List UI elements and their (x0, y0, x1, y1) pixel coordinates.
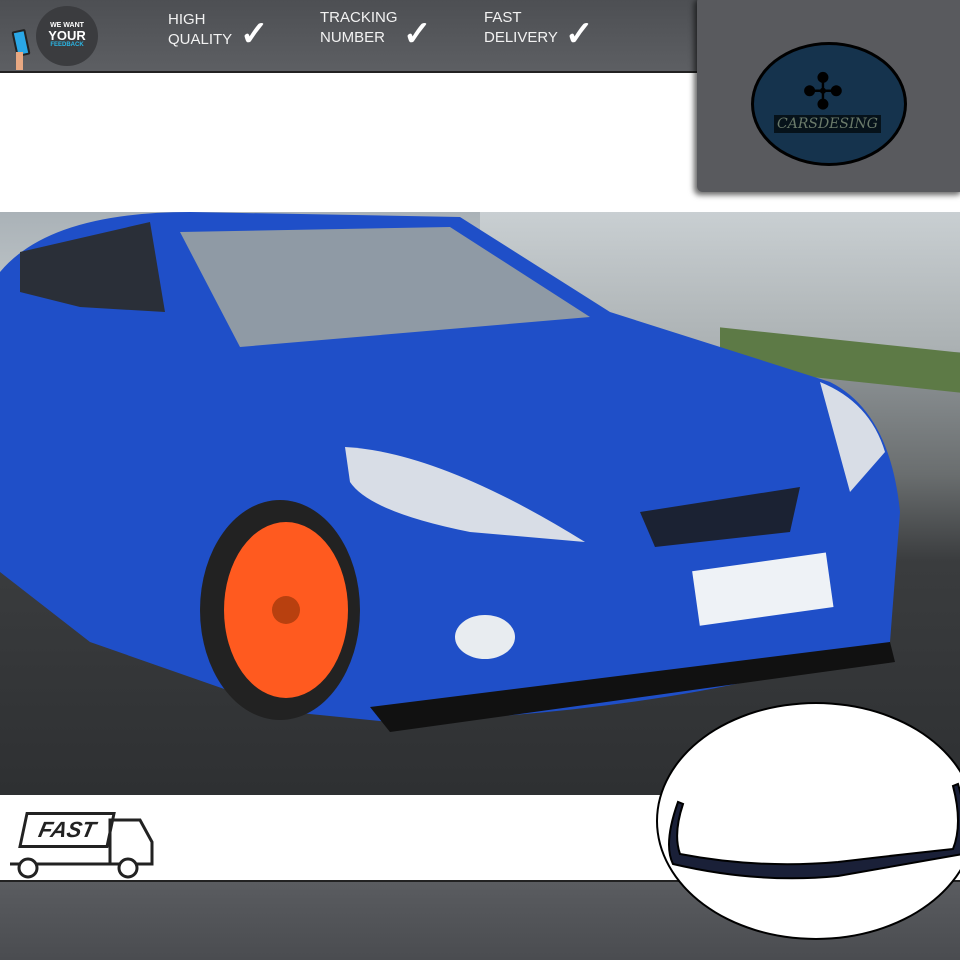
feedback-badge: WE WANT YOUR FEEDBACK (36, 6, 98, 66)
feature-line2: QUALITY (168, 31, 233, 48)
hand-icon (16, 52, 23, 70)
feature-line1: FAST (484, 9, 522, 26)
brand-panel: ✣ CARSDESING (697, 0, 960, 192)
feedback-line2: YOUR (48, 28, 86, 43)
truck-icon (10, 818, 154, 879)
check-icon: ✓ (565, 15, 594, 53)
brand-logo: ✣ CARSDESING (751, 42, 907, 166)
check-icon: ✓ (240, 15, 269, 53)
wheel-hub (272, 596, 300, 624)
feature-line1: HIGH (168, 11, 206, 28)
feature-tracking-number: TRACKING NUMBER (320, 8, 398, 48)
brand-name: CARSDESING (774, 115, 881, 133)
feedback-line3: FEEDBACK (50, 42, 84, 48)
feature-high-quality: HIGH QUALITY (168, 10, 232, 50)
front-lip-product (668, 782, 960, 880)
fog-light (455, 615, 515, 659)
feature-line1: TRACKING (320, 9, 398, 26)
product-inset (656, 702, 960, 940)
feature-line2: DELIVERY (484, 29, 558, 46)
feature-fast-delivery: FAST DELIVERY (484, 8, 558, 48)
feature-line2: NUMBER (320, 29, 386, 46)
car-illustration (0, 212, 900, 732)
swirl-icon: ✣ (802, 64, 844, 120)
check-icon: ✓ (403, 15, 432, 53)
